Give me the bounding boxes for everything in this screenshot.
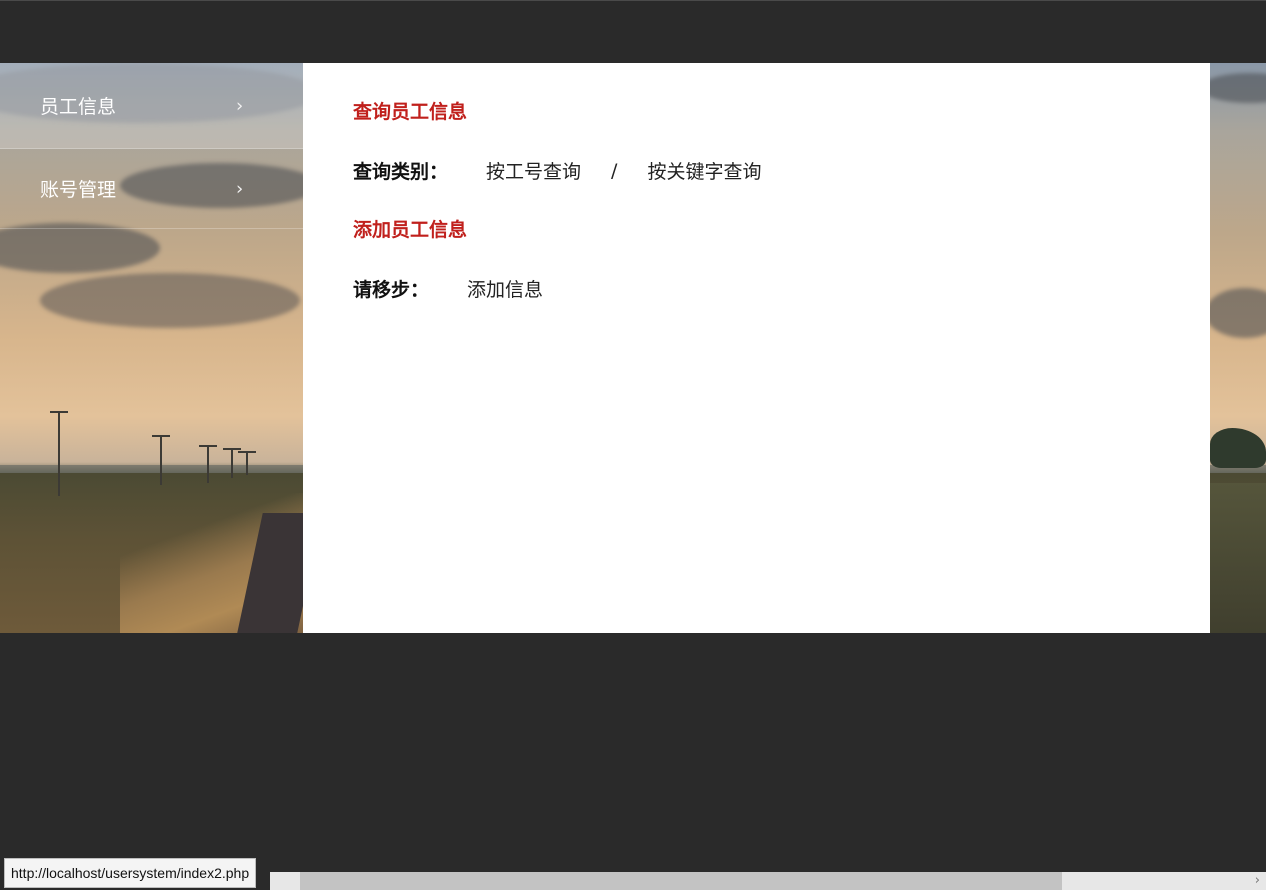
sidebar-item-label: 员工信息	[40, 96, 117, 118]
sidebar: 员工信息 › 账号管理 ›	[0, 63, 303, 633]
chevron-right-icon: ›	[236, 178, 244, 199]
query-by-id-link[interactable]: 按工号查询	[486, 157, 581, 184]
main-panel: 查询员工信息 查询类别： 按工号查询 / 按关键字查询 添加员工信息 请移步： …	[303, 63, 1210, 633]
status-bar-url: http://localhost/usersystem/index2.php	[4, 858, 257, 888]
separator: /	[611, 159, 618, 182]
query-by-keyword-link[interactable]: 按关键字查询	[647, 157, 761, 184]
query-section-title: 查询员工信息	[353, 101, 468, 123]
sidebar-item-account-management[interactable]: 账号管理 ›	[0, 149, 303, 229]
horizontal-scrollbar[interactable]: ›	[270, 872, 1266, 890]
sidebar-item-employee-info[interactable]: 员工信息 ›	[0, 63, 303, 149]
go-to-label: 请移步：	[353, 279, 430, 301]
sidebar-item-label: 账号管理	[40, 179, 117, 201]
add-info-link[interactable]: 添加信息	[467, 275, 543, 302]
scrollbar-thumb[interactable]	[300, 872, 1062, 890]
add-section-title: 添加员工信息	[353, 219, 468, 241]
query-type-label: 查询类别：	[353, 161, 449, 183]
add-row: 请移步： 添加信息	[353, 275, 543, 302]
top-bar	[0, 0, 1266, 63]
scroll-right-arrow-icon[interactable]: ›	[1255, 872, 1260, 890]
chevron-right-icon: ›	[236, 95, 244, 116]
query-type-row: 查询类别： 按工号查询 / 按关键字查询	[353, 157, 761, 184]
